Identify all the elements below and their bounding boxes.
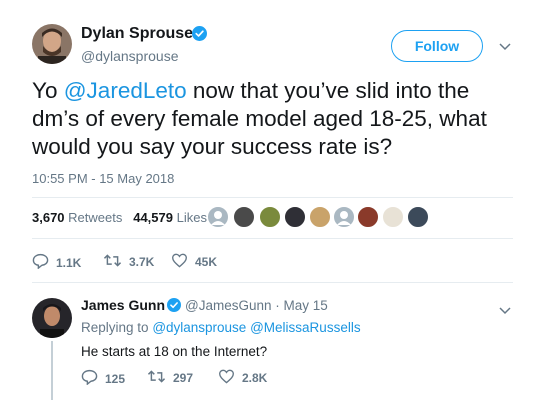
reply-icon (81, 369, 105, 388)
reply-icon (32, 253, 56, 272)
reply-button[interactable]: 125 (81, 369, 125, 388)
liker-avatar[interactable] (207, 206, 229, 228)
replying-to: Replying to @dylansprouse @MelissaRussel… (81, 320, 361, 335)
liker-avatar[interactable] (284, 206, 306, 228)
retweet-icon (147, 369, 173, 387)
reply-button[interactable]: 1.1K (32, 253, 81, 272)
liker-avatar[interactable] (309, 206, 331, 228)
retweets-count: 3,670 (32, 210, 65, 225)
retweet-count: 3.7K (129, 255, 155, 269)
tweet-text: Yo @JaredLeto now that you’ve slid into … (32, 77, 512, 161)
like-button[interactable]: 2.8K (218, 369, 267, 387)
likes-label: Likes (176, 210, 207, 225)
reply-count: 1.1K (56, 255, 82, 270)
replying-to-label: Replying to (81, 320, 149, 335)
verified-badge-icon (167, 298, 181, 317)
liker-avatar[interactable] (382, 206, 404, 228)
tweet-stats: 3,670 Retweets 44,579 Likes (32, 210, 207, 225)
liker-avatar[interactable] (357, 206, 379, 228)
retweets-stat[interactable]: 3,670 Retweets (32, 210, 122, 225)
divider (32, 238, 513, 239)
reply-text: He starts at 18 on the Internet? (81, 344, 268, 359)
retweet-count: 297 (173, 371, 194, 385)
mention-link[interactable]: @dylansprouse (152, 320, 246, 335)
likes-stat[interactable]: 44,579 Likes (133, 210, 207, 225)
follow-button[interactable]: Follow (391, 30, 483, 62)
liker-avatar[interactable] (259, 206, 281, 228)
chevron-down-icon[interactable] (499, 38, 511, 56)
divider (32, 282, 513, 283)
like-heart-icon (171, 253, 195, 271)
like-count: 2.8K (242, 371, 268, 385)
tweet-text-prefix: Yo (32, 78, 64, 103)
liker-avatar[interactable] (407, 206, 429, 228)
liker-avatar[interactable] (333, 206, 355, 228)
reply-author-name[interactable]: James Gunn (81, 297, 165, 313)
verified-badge-icon (192, 26, 207, 46)
like-heart-icon (218, 369, 242, 387)
mention-link[interactable]: @MelissaRussells (250, 320, 360, 335)
author-handle[interactable]: @dylansprouse (81, 48, 179, 64)
retweet-button[interactable]: 3.7K (103, 253, 154, 271)
divider (32, 197, 513, 198)
avatar[interactable] (32, 298, 72, 338)
retweets-label: Retweets (68, 210, 123, 225)
avatar[interactable] (32, 24, 72, 64)
liker-avatar[interactable] (233, 206, 255, 228)
reply-count: 125 (105, 371, 126, 386)
mention-link[interactable]: @JaredLeto (64, 78, 187, 103)
thread-line (51, 341, 53, 400)
retweet-button[interactable]: 297 (147, 369, 193, 387)
chevron-down-icon[interactable] (499, 302, 511, 320)
retweet-icon (103, 253, 129, 271)
likes-count: 44,579 (133, 210, 173, 225)
like-count: 45K (195, 255, 218, 269)
reply-handle-date[interactable]: @JamesGunn · May 15 (185, 298, 328, 313)
like-button[interactable]: 45K (171, 253, 217, 271)
author-name[interactable]: Dylan Sprouse (81, 25, 193, 43)
tweet-timestamp[interactable]: 10:55 PM - 15 May 2018 (32, 171, 174, 186)
